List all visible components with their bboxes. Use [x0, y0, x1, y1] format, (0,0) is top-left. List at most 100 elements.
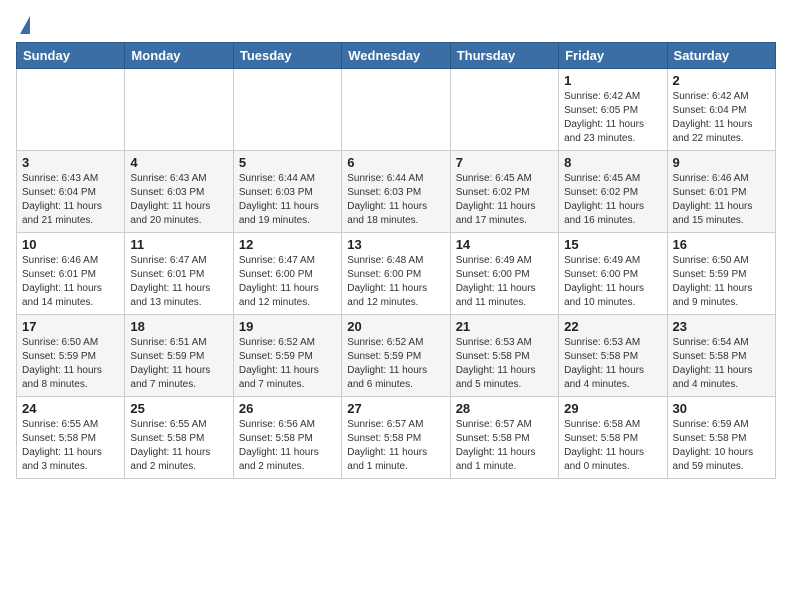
- calendar-cell: 7 Sunrise: 6:45 AM Sunset: 6:02 PM Daylig…: [450, 151, 558, 233]
- column-header-thursday: Thursday: [450, 43, 558, 69]
- day-info: Sunrise: 6:49 AM Sunset: 6:00 PM Dayligh…: [564, 254, 661, 310]
- calendar-cell: 25 Sunrise: 6:55 AM Sunset: 5:58 PM Dayli…: [125, 397, 233, 479]
- day-number: 29: [564, 401, 661, 416]
- calendar-cell: 27 Sunrise: 6:57 AM Sunset: 5:58 PM Dayli…: [342, 397, 450, 479]
- day-number: 5: [239, 155, 336, 170]
- day-info: Sunrise: 6:55 AM Sunset: 5:58 PM Dayligh…: [22, 418, 119, 474]
- calendar-cell: 2 Sunrise: 6:42 AM Sunset: 6:04 PM Daylig…: [667, 69, 775, 151]
- day-number: 20: [347, 319, 444, 334]
- calendar-cell: 22 Sunrise: 6:53 AM Sunset: 5:58 PM Dayli…: [559, 315, 667, 397]
- calendar-cell: 20 Sunrise: 6:52 AM Sunset: 5:59 PM Dayli…: [342, 315, 450, 397]
- day-info: Sunrise: 6:53 AM Sunset: 5:58 PM Dayligh…: [456, 336, 553, 392]
- day-number: 16: [673, 237, 770, 252]
- calendar-week-row: 17 Sunrise: 6:50 AM Sunset: 5:59 PM Dayli…: [17, 315, 776, 397]
- calendar-cell: 28 Sunrise: 6:57 AM Sunset: 5:58 PM Dayli…: [450, 397, 558, 479]
- day-info: Sunrise: 6:50 AM Sunset: 5:59 PM Dayligh…: [22, 336, 119, 392]
- day-number: 19: [239, 319, 336, 334]
- day-number: 21: [456, 319, 553, 334]
- calendar-cell: 19 Sunrise: 6:52 AM Sunset: 5:59 PM Dayli…: [233, 315, 341, 397]
- calendar-cell: 6 Sunrise: 6:44 AM Sunset: 6:03 PM Daylig…: [342, 151, 450, 233]
- day-info: Sunrise: 6:57 AM Sunset: 5:58 PM Dayligh…: [456, 418, 553, 474]
- calendar-cell: 5Sunrise: 6:44 AM Sunset: 6:03 PM Daylig…: [233, 151, 341, 233]
- day-number: 22: [564, 319, 661, 334]
- day-info: Sunrise: 6:44 AM Sunset: 6:03 PM Dayligh…: [347, 172, 444, 228]
- day-number: 15: [564, 237, 661, 252]
- day-number: 6: [347, 155, 444, 170]
- day-info: Sunrise: 6:45 AM Sunset: 6:02 PM Dayligh…: [564, 172, 661, 228]
- day-number: 10: [22, 237, 119, 252]
- calendar-cell: 24 Sunrise: 6:55 AM Sunset: 5:58 PM Dayli…: [17, 397, 125, 479]
- day-info: Sunrise: 6:54 AM Sunset: 5:58 PM Dayligh…: [673, 336, 770, 392]
- day-number: 30: [673, 401, 770, 416]
- day-info: Sunrise: 6:49 AM Sunset: 6:00 PM Dayligh…: [456, 254, 553, 310]
- column-header-tuesday: Tuesday: [233, 43, 341, 69]
- day-info: Sunrise: 6:59 AM Sunset: 5:58 PM Dayligh…: [673, 418, 770, 474]
- calendar-cell: 16 Sunrise: 6:50 AM Sunset: 5:59 PM Dayli…: [667, 233, 775, 315]
- calendar-cell: 9 Sunrise: 6:46 AM Sunset: 6:01 PM Daylig…: [667, 151, 775, 233]
- calendar-cell: 3 Sunrise: 6:43 AM Sunset: 6:04 PM Daylig…: [17, 151, 125, 233]
- page-header: [16, 16, 776, 34]
- calendar-cell: 1 Sunrise: 6:42 AM Sunset: 6:05 PM Daylig…: [559, 69, 667, 151]
- day-info: Sunrise: 6:43 AM Sunset: 6:04 PM Dayligh…: [22, 172, 119, 228]
- logo-triangle-icon: [20, 16, 30, 34]
- calendar-cell: 18 Sunrise: 6:51 AM Sunset: 5:59 PM Dayli…: [125, 315, 233, 397]
- calendar-week-row: 3 Sunrise: 6:43 AM Sunset: 6:04 PM Daylig…: [17, 151, 776, 233]
- calendar-cell: [233, 69, 341, 151]
- day-number: 4: [130, 155, 227, 170]
- calendar-cell: [17, 69, 125, 151]
- day-number: 26: [239, 401, 336, 416]
- day-number: 28: [456, 401, 553, 416]
- calendar-cell: 26 Sunrise: 6:56 AM Sunset: 5:58 PM Dayli…: [233, 397, 341, 479]
- calendar-cell: 13Sunrise: 6:48 AM Sunset: 6:00 PM Dayli…: [342, 233, 450, 315]
- day-info: Sunrise: 6:47 AM Sunset: 6:00 PM Dayligh…: [239, 254, 336, 310]
- calendar-cell: 14 Sunrise: 6:49 AM Sunset: 6:00 PM Dayli…: [450, 233, 558, 315]
- day-number: 1: [564, 73, 661, 88]
- calendar-cell: 21 Sunrise: 6:53 AM Sunset: 5:58 PM Dayli…: [450, 315, 558, 397]
- day-info: Sunrise: 6:51 AM Sunset: 5:59 PM Dayligh…: [130, 336, 227, 392]
- day-number: 14: [456, 237, 553, 252]
- calendar-cell: 11 Sunrise: 6:47 AM Sunset: 6:01 PM Dayli…: [125, 233, 233, 315]
- day-info: Sunrise: 6:48 AM Sunset: 6:00 PM Dayligh…: [347, 254, 444, 310]
- day-info: Sunrise: 6:52 AM Sunset: 5:59 PM Dayligh…: [239, 336, 336, 392]
- day-number: 9: [673, 155, 770, 170]
- calendar-week-row: 1 Sunrise: 6:42 AM Sunset: 6:05 PM Daylig…: [17, 69, 776, 151]
- calendar-cell: 17 Sunrise: 6:50 AM Sunset: 5:59 PM Dayli…: [17, 315, 125, 397]
- calendar-cell: 8 Sunrise: 6:45 AM Sunset: 6:02 PM Daylig…: [559, 151, 667, 233]
- day-number: 12: [239, 237, 336, 252]
- calendar-week-row: 10Sunrise: 6:46 AM Sunset: 6:01 PM Dayli…: [17, 233, 776, 315]
- day-number: 3: [22, 155, 119, 170]
- calendar-week-row: 24 Sunrise: 6:55 AM Sunset: 5:58 PM Dayli…: [17, 397, 776, 479]
- calendar-cell: 23 Sunrise: 6:54 AM Sunset: 5:58 PM Dayli…: [667, 315, 775, 397]
- day-info: Sunrise: 6:50 AM Sunset: 5:59 PM Dayligh…: [673, 254, 770, 310]
- day-number: 11: [130, 237, 227, 252]
- day-number: 2: [673, 73, 770, 88]
- day-info: Sunrise: 6:43 AM Sunset: 6:03 PM Dayligh…: [130, 172, 227, 228]
- day-number: 23: [673, 319, 770, 334]
- day-info: Sunrise: 6:55 AM Sunset: 5:58 PM Dayligh…: [130, 418, 227, 474]
- day-info: Sunrise: 6:47 AM Sunset: 6:01 PM Dayligh…: [130, 254, 227, 310]
- day-info: Sunrise: 6:45 AM Sunset: 6:02 PM Dayligh…: [456, 172, 553, 228]
- day-info: Sunrise: 6:56 AM Sunset: 5:58 PM Dayligh…: [239, 418, 336, 474]
- calendar-cell: [342, 69, 450, 151]
- day-info: Sunrise: 6:52 AM Sunset: 5:59 PM Dayligh…: [347, 336, 444, 392]
- day-number: 18: [130, 319, 227, 334]
- column-header-friday: Friday: [559, 43, 667, 69]
- calendar-cell: 10Sunrise: 6:46 AM Sunset: 6:01 PM Dayli…: [17, 233, 125, 315]
- day-info: Sunrise: 6:53 AM Sunset: 5:58 PM Dayligh…: [564, 336, 661, 392]
- day-info: Sunrise: 6:57 AM Sunset: 5:58 PM Dayligh…: [347, 418, 444, 474]
- day-number: 24: [22, 401, 119, 416]
- day-number: 8: [564, 155, 661, 170]
- column-header-wednesday: Wednesday: [342, 43, 450, 69]
- logo: [16, 16, 30, 34]
- column-header-sunday: Sunday: [17, 43, 125, 69]
- calendar-cell: 4 Sunrise: 6:43 AM Sunset: 6:03 PM Daylig…: [125, 151, 233, 233]
- day-info: Sunrise: 6:58 AM Sunset: 5:58 PM Dayligh…: [564, 418, 661, 474]
- day-number: 27: [347, 401, 444, 416]
- day-info: Sunrise: 6:42 AM Sunset: 6:05 PM Dayligh…: [564, 90, 661, 146]
- day-info: Sunrise: 6:42 AM Sunset: 6:04 PM Dayligh…: [673, 90, 770, 146]
- day-number: 17: [22, 319, 119, 334]
- day-number: 25: [130, 401, 227, 416]
- calendar-cell: 30 Sunrise: 6:59 AM Sunset: 5:58 PM Dayli…: [667, 397, 775, 479]
- day-number: 7: [456, 155, 553, 170]
- day-info: Sunrise: 6:46 AM Sunset: 6:01 PM Dayligh…: [673, 172, 770, 228]
